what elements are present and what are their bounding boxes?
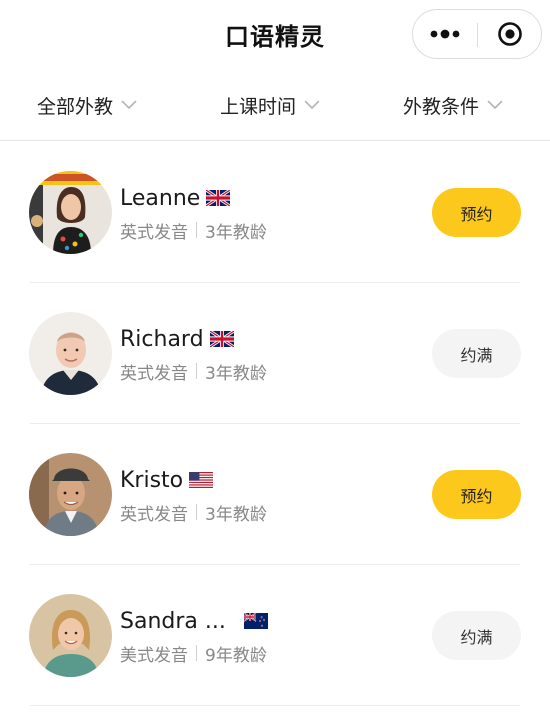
avatar (29, 312, 112, 395)
nav-bar: 口语精灵 (0, 0, 550, 68)
accent-label: 英式发音 (120, 222, 188, 243)
teacher-name: Leanne (120, 185, 201, 211)
teacher-row-sandra[interactable]: Sandra ... 美式发音 9年教龄 约满 (0, 565, 550, 706)
avatar (29, 453, 112, 536)
teacher-row-leanne[interactable]: Leanne 英式发音 3年教龄 预约 (0, 142, 550, 283)
app-page: 口语精灵 全部外教 上课时间 外教条件 Leanne 英式发音 3年教龄 预约 … (0, 0, 550, 712)
experience-label: 3年教龄 (205, 504, 267, 525)
meta-divider (196, 504, 197, 520)
accent-label: 英式发音 (120, 504, 188, 525)
fully-booked-button[interactable]: 约满 (432, 329, 521, 378)
filter-all-teachers[interactable]: 全部外教 (37, 90, 137, 120)
accent-label: 美式发音 (120, 645, 188, 666)
teacher-row-kristo[interactable]: Kristo 英式发音 3年教龄 预约 (0, 424, 550, 565)
name-line: Leanne (120, 182, 230, 214)
teacher-meta: 英式发音 3年教龄 (120, 500, 267, 525)
experience-label: 3年教龄 (205, 363, 267, 384)
avatar (29, 171, 112, 254)
filter-label: 全部外教 (37, 95, 114, 118)
teacher-meta: 英式发音 3年教龄 (120, 359, 267, 384)
name-line: Sandra ... (120, 605, 268, 637)
fully-booked-button[interactable]: 约满 (432, 611, 521, 660)
chevron-down-icon (304, 100, 320, 110)
uk-flag-icon (210, 331, 234, 347)
teacher-row-richard[interactable]: Richard 英式发音 3年教龄 约满 (0, 283, 550, 424)
filter-label: 外教条件 (403, 95, 480, 118)
chevron-down-icon (487, 100, 503, 110)
filter-class-time[interactable]: 上课时间 (220, 90, 320, 120)
filter-label: 上课时间 (220, 95, 297, 118)
row-divider (30, 705, 520, 706)
meta-divider (196, 222, 197, 238)
avatar (29, 594, 112, 677)
book-button[interactable]: 预约 (432, 470, 521, 519)
us-flag-icon (189, 472, 213, 488)
experience-label: 9年教龄 (205, 645, 267, 666)
mini-program-capsule (412, 9, 542, 59)
experience-label: 3年教龄 (205, 222, 267, 243)
meta-divider (196, 363, 197, 379)
more-dots-icon[interactable] (413, 10, 477, 58)
teacher-meta: 英式发音 3年教龄 (120, 218, 267, 243)
teacher-name: Richard (120, 326, 204, 352)
nz-flag-icon (244, 613, 268, 629)
chevron-down-icon (121, 100, 137, 110)
uk-flag-icon (206, 190, 230, 206)
accent-label: 英式发音 (120, 363, 188, 384)
teacher-meta: 美式发音 9年教龄 (120, 641, 267, 666)
book-button[interactable]: 预约 (432, 188, 521, 237)
name-line: Kristo (120, 464, 213, 496)
name-line: Richard (120, 323, 234, 355)
teacher-name: Sandra ... (120, 608, 226, 634)
filter-bar: 全部外教 上课时间 外教条件 (0, 68, 550, 141)
target-close-icon[interactable] (478, 10, 542, 58)
teacher-name: Kristo (120, 467, 184, 493)
meta-divider (196, 645, 197, 661)
filter-teacher-conditions[interactable]: 外教条件 (403, 90, 503, 120)
